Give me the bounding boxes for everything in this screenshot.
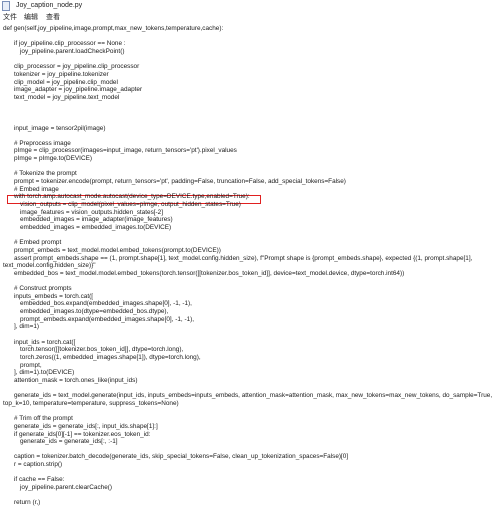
menu-edit[interactable]: 编辑 — [24, 12, 38, 23]
code-line: prompt_embeds.expand(embedded_images.sha… — [20, 315, 195, 323]
notepad-icon — [2, 1, 10, 11]
code-line: torch.zeros((1, embedded_images.shape[1]… — [20, 353, 201, 361]
code-line: prompt = tokenizer.encode(prompt, return… — [14, 178, 346, 185]
menu-bar: 文件 编辑 查看 — [0, 12, 500, 23]
menu-file[interactable]: 文件 — [3, 12, 17, 23]
code-line: attention_mask = torch.ones_like(input_i… — [14, 376, 138, 384]
code-line: caption = tokenizer.batch_decode(generat… — [14, 453, 349, 461]
code-line: generate_ids = generate_ids[:, :-1] — [20, 438, 118, 446]
menu-view[interactable]: 查看 — [46, 12, 60, 23]
code-line: def gen(self,joy_pipeline,image,prompt,m… — [3, 25, 224, 32]
code-line: embedded_images = embedded_images.to(DEV… — [20, 223, 172, 231]
code-line: joy_pipeline.parent.clearCache() — [20, 484, 113, 491]
title-bar: Joy_caption_node.py — [0, 0, 500, 12]
code-line: top_k=10, temperature=temperature, suppr… — [3, 399, 179, 407]
code-line: return (r,) — [14, 499, 41, 507]
code-line: pImge = pImge.to(DEVICE) — [14, 155, 92, 163]
code-editor[interactable]: def gen(self,joy_pipeline,image,prompt,m… — [0, 23, 500, 519]
code-line: text_model = joy_pipeline.text_model — [14, 93, 120, 101]
code-line: ], dim=1) — [14, 323, 40, 331]
code-line: embedded_bos = text_model.model.embed_to… — [14, 269, 405, 277]
code-line: input_image = tensor2pil(image) — [14, 124, 106, 132]
window-title: Joy_caption_node.py — [16, 2, 83, 9]
code-line: joy_pipeline.parent.loadCheckPoint() — [20, 48, 125, 55]
code-line: r = caption.strip() — [14, 461, 63, 469]
